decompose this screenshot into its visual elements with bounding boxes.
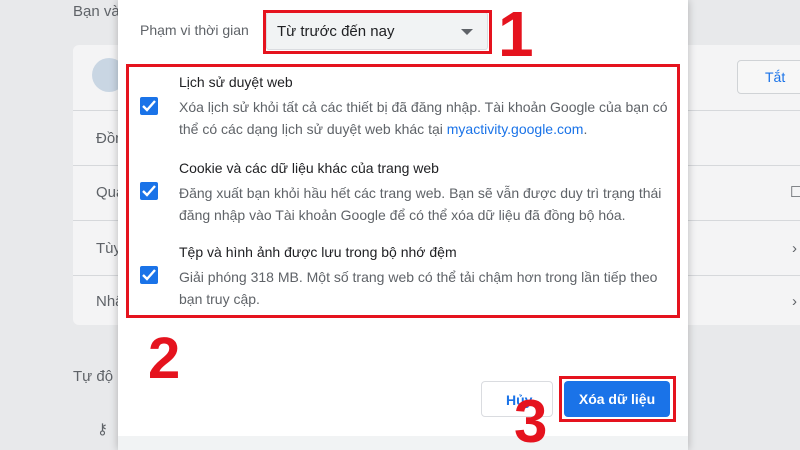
dialog-footer xyxy=(118,436,688,450)
key-icon: ⚷ xyxy=(97,421,108,438)
annotation-step-2: 2 xyxy=(148,326,181,391)
annotation-box-options xyxy=(126,64,680,318)
annotation-step-3: 3 xyxy=(514,388,548,450)
section-title-autofill: Tự độ xyxy=(73,368,114,385)
annotation-step-1: 1 xyxy=(498,0,534,70)
section-title-you: Bạn và xyxy=(73,3,120,20)
turn-off-sync-button[interactable]: Tắt xyxy=(737,60,800,94)
time-range-label: Phạm vi thời gian xyxy=(140,22,249,38)
annotation-box-clear xyxy=(559,376,676,422)
external-link-icon: ☐ xyxy=(790,184,800,201)
chevron-right-icon: › xyxy=(792,293,797,310)
annotation-box-range xyxy=(263,10,492,54)
chevron-right-icon: › xyxy=(792,240,797,257)
